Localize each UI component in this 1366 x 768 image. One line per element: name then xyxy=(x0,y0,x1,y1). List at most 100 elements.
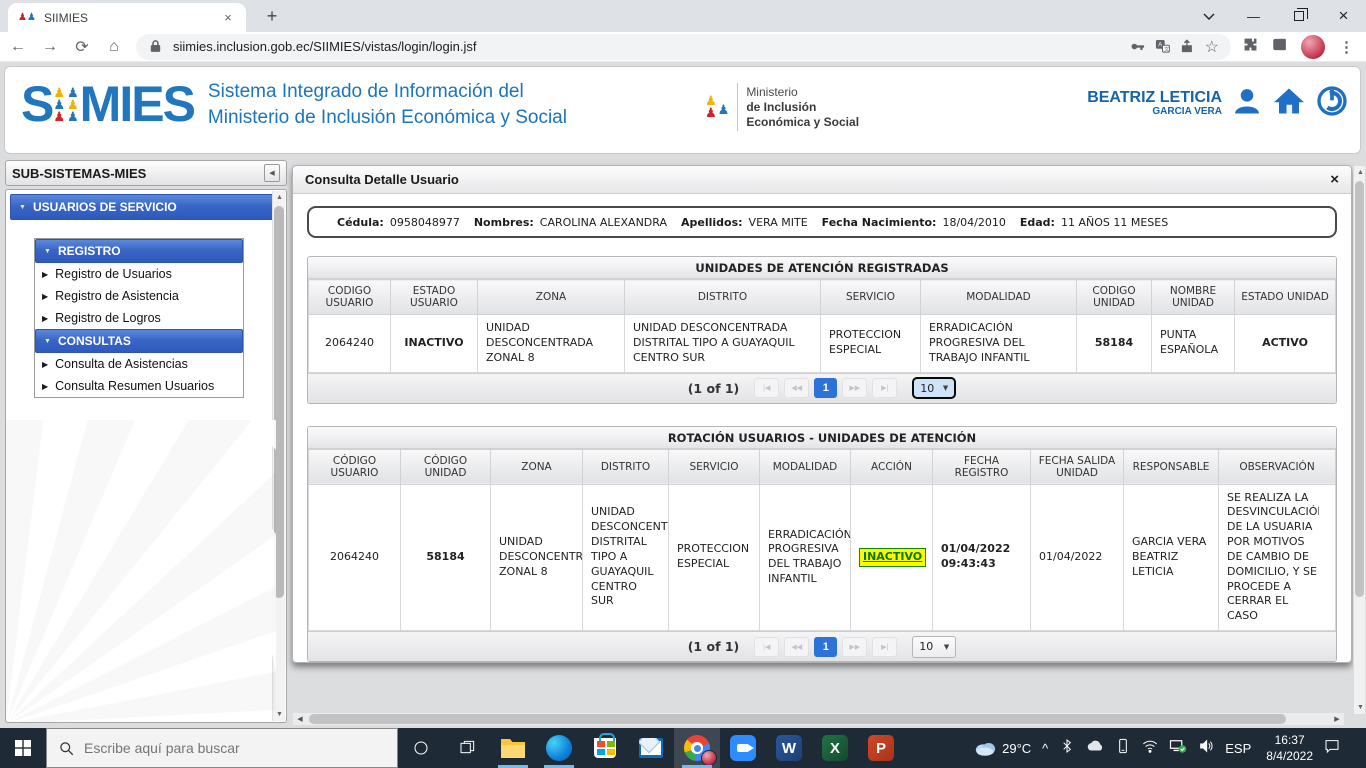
chrome-button[interactable] xyxy=(674,728,720,768)
home-icon[interactable]: ⌂ xyxy=(104,38,124,56)
bookmark-star-icon[interactable]: ☆ xyxy=(1205,37,1219,57)
window-chevron-icon[interactable] xyxy=(1186,0,1231,32)
column-header[interactable]: FECHA REGISTRO xyxy=(933,449,1031,484)
scroll-left-icon[interactable]: ◀ xyxy=(293,713,307,727)
sidebar-scrollbar[interactable]: ▲ ▼ xyxy=(272,191,285,721)
powerpoint-button[interactable]: P xyxy=(858,728,904,768)
word-button[interactable]: W xyxy=(766,728,812,768)
last-page-button[interactable]: ▶| xyxy=(872,637,897,657)
column-header[interactable]: ZONA xyxy=(478,280,625,315)
browser-menu-kebab-icon[interactable]: ⋮ xyxy=(1339,38,1354,56)
start-button[interactable] xyxy=(0,728,46,768)
column-header[interactable]: CÓDIGO USUARIO xyxy=(309,449,401,484)
table-row[interactable]: 2064240 58184 UNIDAD DESCONCENTRADA ZONA… xyxy=(309,484,1336,631)
scroll-right-icon[interactable]: ▶ xyxy=(1330,713,1344,727)
column-header[interactable]: DISTRITO xyxy=(583,449,669,484)
task-view-button[interactable] xyxy=(444,728,490,768)
network-shield-icon[interactable] xyxy=(1169,738,1187,759)
tab-close-icon[interactable]: × xyxy=(220,10,236,25)
sidebar-item-consulta-resumen[interactable]: ▶ Consulta Resumen Usuarios xyxy=(35,375,243,397)
scroll-up-icon[interactable]: ▲ xyxy=(1354,166,1366,179)
password-key-icon[interactable] xyxy=(1130,39,1145,54)
keyboard-language-label[interactable]: ESP xyxy=(1225,741,1251,756)
new-tab-button[interactable]: + xyxy=(258,2,286,30)
window-close-button[interactable]: × xyxy=(1321,0,1366,32)
column-header[interactable]: SERVICIO xyxy=(669,449,760,484)
column-header[interactable]: SERVICIO xyxy=(821,280,921,315)
action-center-icon[interactable] xyxy=(1324,738,1340,759)
back-icon[interactable]: ← xyxy=(8,38,28,56)
column-header[interactable]: RESPONSABLE xyxy=(1124,449,1219,484)
zoom-app-button[interactable] xyxy=(720,728,766,768)
column-header[interactable]: ZONA xyxy=(491,449,583,484)
table-row[interactable]: 2064240 INACTIVO UNIDAD DESCONCENTRADA Z… xyxy=(309,315,1336,373)
browser-tab[interactable]: ♟♟ SIIMIES × xyxy=(8,3,246,32)
sidebar-item-consulta-asistencias[interactable]: ▶ Consulta de Asistencias xyxy=(35,353,243,375)
column-header[interactable]: ESTADO UNIDAD xyxy=(1235,280,1336,315)
current-page-button[interactable]: 1 xyxy=(814,637,837,657)
prev-page-button[interactable]: ◀◀ xyxy=(784,637,809,657)
column-header[interactable]: NOMBRE UNIDAD xyxy=(1152,280,1235,315)
column-header[interactable]: CODIGO USUARIO xyxy=(309,280,391,315)
user-profile-icon[interactable] xyxy=(1232,86,1262,121)
sidebar-collapse-button[interactable]: ◀ xyxy=(264,164,280,182)
bluetooth-icon[interactable] xyxy=(1059,738,1075,759)
first-page-button[interactable]: |◀ xyxy=(754,637,779,657)
next-page-button[interactable]: ▶▶ xyxy=(842,378,867,398)
file-explorer-button[interactable] xyxy=(490,728,536,768)
window-minimize-button[interactable]: — xyxy=(1231,0,1276,32)
share-icon[interactable] xyxy=(1180,39,1195,54)
scrollbar-thumb[interactable] xyxy=(1355,181,1364,597)
cortana-button[interactable] xyxy=(398,728,444,768)
microsoft-store-button[interactable] xyxy=(582,728,628,768)
prev-page-button[interactable]: ◀◀ xyxy=(784,378,809,398)
address-bar[interactable]: siimies.inclusion.gob.ec/SIIMIES/vistas/… xyxy=(136,34,1231,60)
column-header[interactable]: CODIGO UNIDAD xyxy=(1077,280,1152,315)
close-icon[interactable]: × xyxy=(1330,171,1339,188)
column-header[interactable]: OBSERVACIÓN xyxy=(1219,449,1336,484)
reload-icon[interactable]: ⟳ xyxy=(72,37,92,57)
profile-avatar[interactable] xyxy=(1301,35,1325,59)
scroll-down-icon[interactable]: ▼ xyxy=(273,708,286,721)
sidebar-section-registro[interactable]: ▼ REGISTRO xyxy=(35,239,243,263)
column-header[interactable]: FECHA SALIDA UNIDAD xyxy=(1031,449,1124,484)
column-header[interactable]: ACCIÓN xyxy=(851,449,933,484)
main-horizontal-scrollbar[interactable]: ◀ ▶ xyxy=(292,712,1345,726)
clock-widget[interactable]: 16:37 8/4/2022 xyxy=(1266,732,1313,764)
next-page-button[interactable]: ▶▶ xyxy=(842,637,867,657)
edge-button[interactable] xyxy=(536,728,582,768)
scrollbar-thumb[interactable] xyxy=(274,206,284,598)
extensions-puzzle-icon[interactable] xyxy=(1243,37,1258,57)
page-size-select[interactable]: 10 ▼ xyxy=(912,636,956,658)
tray-chevron-icon[interactable]: ^ xyxy=(1042,741,1048,756)
weather-widget[interactable]: 29°C xyxy=(974,739,1031,757)
column-header[interactable]: MODALIDAD xyxy=(921,280,1077,315)
wifi-icon[interactable] xyxy=(1142,738,1158,759)
forward-icon[interactable]: → xyxy=(40,38,60,56)
side-panel-icon[interactable] xyxy=(1272,37,1287,57)
your-phone-icon[interactable] xyxy=(1115,738,1131,759)
column-header[interactable]: ESTADO USUARIO xyxy=(391,280,478,315)
mail-button[interactable] xyxy=(628,728,674,768)
scroll-down-icon[interactable]: ▼ xyxy=(1354,701,1366,714)
volume-icon[interactable] xyxy=(1198,738,1214,759)
scrollbar-thumb[interactable] xyxy=(309,714,1286,724)
last-page-button[interactable]: ▶| xyxy=(872,378,897,398)
column-header[interactable]: CÓDIGO UNIDAD xyxy=(401,449,491,484)
search-input[interactable] xyxy=(84,740,364,756)
page-size-select[interactable]: 10 ▼ xyxy=(912,377,956,399)
main-vertical-scrollbar[interactable]: ▲ ▼ xyxy=(1353,165,1366,715)
first-page-button[interactable]: |◀ xyxy=(754,378,779,398)
sidebar-item-usuarios-de-servicio[interactable]: ▼ USUARIOS DE SERVICIO xyxy=(10,194,282,220)
taskbar-search[interactable] xyxy=(46,728,398,768)
column-header[interactable]: MODALIDAD xyxy=(760,449,851,484)
scroll-up-icon[interactable]: ▲ xyxy=(273,191,286,204)
window-restore-button[interactable] xyxy=(1276,0,1321,32)
url-text[interactable]: siimies.inclusion.gob.ec/SIIMIES/vistas/… xyxy=(173,39,1120,54)
sidebar-item-registro-logros[interactable]: ▶ Registro de Logros xyxy=(35,307,243,329)
excel-button[interactable]: X xyxy=(812,728,858,768)
current-page-button[interactable]: 1 xyxy=(814,378,837,398)
sidebar-section-consultas[interactable]: ▼ CONSULTAS xyxy=(35,329,243,353)
translate-icon[interactable]: A文 xyxy=(1155,39,1170,54)
sidebar-item-registro-usuarios[interactable]: ▶ Registro de Usuarios xyxy=(35,263,243,285)
